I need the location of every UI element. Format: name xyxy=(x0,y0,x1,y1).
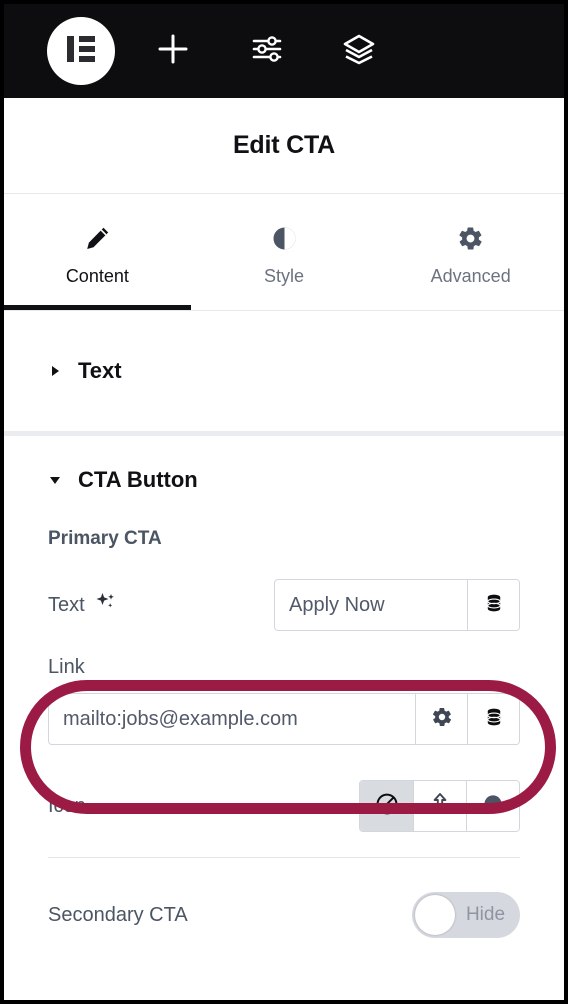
cta-link-input[interactable]: mailto:jobs@example.com xyxy=(49,694,415,744)
tab-style-label: Style xyxy=(263,266,305,286)
database-icon xyxy=(483,592,505,619)
elementor-logo-icon xyxy=(62,30,100,73)
sparkle-ai-icon[interactable] xyxy=(94,591,116,619)
tab-content[interactable]: Content xyxy=(4,194,191,310)
section-cta-button[interactable]: CTA Button xyxy=(4,436,564,524)
navigator-button[interactable] xyxy=(327,19,391,83)
tab-advanced-label: Advanced xyxy=(430,266,511,286)
gear-icon xyxy=(457,225,484,252)
cta-link-label: Link xyxy=(48,656,85,678)
elementor-editor-panel: Edit CTA Content Style Advanced Text CTA… xyxy=(0,0,568,1004)
upload-icon xyxy=(427,791,453,822)
cta-text-input[interactable]: Apply Now xyxy=(275,580,467,630)
secondary-cta-label-wrap: Secondary CTA xyxy=(48,904,412,927)
secondary-cta-toggle[interactable]: Hide xyxy=(412,892,520,938)
cta-link-block: Link mailto:jobs@example.com xyxy=(4,656,564,745)
toggle-state-label: Hide xyxy=(465,904,506,925)
cta-text-dynamic-tag-button[interactable] xyxy=(467,580,519,630)
section-cta-button-label: CTA Button xyxy=(78,467,198,492)
cta-text-label: Text xyxy=(48,593,85,616)
cta-text-field[interactable]: Apply Now xyxy=(274,579,520,631)
caret-right-icon xyxy=(48,364,62,378)
pencil-icon xyxy=(84,225,111,252)
tab-advanced[interactable]: Advanced xyxy=(377,194,564,310)
icon-none-button[interactable] xyxy=(360,781,413,831)
icon-upload-svg-button[interactable] xyxy=(413,781,466,831)
editor-toolbar xyxy=(4,4,564,98)
cta-text-control: Apply Now xyxy=(274,579,520,631)
caret-down-icon xyxy=(48,473,62,487)
elementor-logo-button[interactable] xyxy=(47,17,115,85)
contrast-circle-icon xyxy=(271,225,298,252)
cta-link-field[interactable]: mailto:jobs@example.com xyxy=(48,693,520,745)
cta-icon-row: Icon xyxy=(4,777,564,835)
tab-style[interactable]: Style xyxy=(191,194,378,310)
cta-icon-control xyxy=(359,780,520,832)
icon-choice-group xyxy=(359,780,520,832)
database-icon xyxy=(483,706,505,733)
layers-icon xyxy=(342,32,376,71)
section-text[interactable]: Text xyxy=(4,311,564,431)
secondary-cta-label: Secondary CTA xyxy=(48,903,188,926)
secondary-cta-row: Secondary CTA Hide xyxy=(4,886,564,944)
plus-icon xyxy=(156,32,190,71)
cta-icon-label: Icon xyxy=(48,794,86,817)
cta-link-dynamic-tag-button[interactable] xyxy=(467,694,519,744)
page-title: Edit CTA xyxy=(232,131,336,159)
gear-icon xyxy=(431,706,453,733)
cta-link-options-button[interactable] xyxy=(415,694,467,744)
sliders-icon xyxy=(250,32,284,71)
secondary-cta-control: Hide xyxy=(412,892,520,938)
toggle-knob xyxy=(415,895,455,935)
cta-text-row: Text Apply Now xyxy=(4,576,564,634)
section-inner-divider xyxy=(48,857,520,858)
section-text-label: Text xyxy=(78,358,122,383)
panel-tabs: Content Style Advanced xyxy=(4,194,564,311)
ban-icon xyxy=(374,791,400,822)
icon-library-button[interactable] xyxy=(466,781,519,831)
filled-circle-icon xyxy=(480,791,506,822)
cta-text-label-wrap: Text xyxy=(48,591,274,619)
tab-content-label: Content xyxy=(65,266,129,286)
site-settings-button[interactable] xyxy=(235,19,299,83)
add-element-button[interactable] xyxy=(141,19,205,83)
panel-header: Edit CTA xyxy=(4,98,564,194)
cta-icon-label-wrap: Icon xyxy=(48,795,359,818)
primary-cta-group-label: Primary CTA xyxy=(48,528,162,549)
